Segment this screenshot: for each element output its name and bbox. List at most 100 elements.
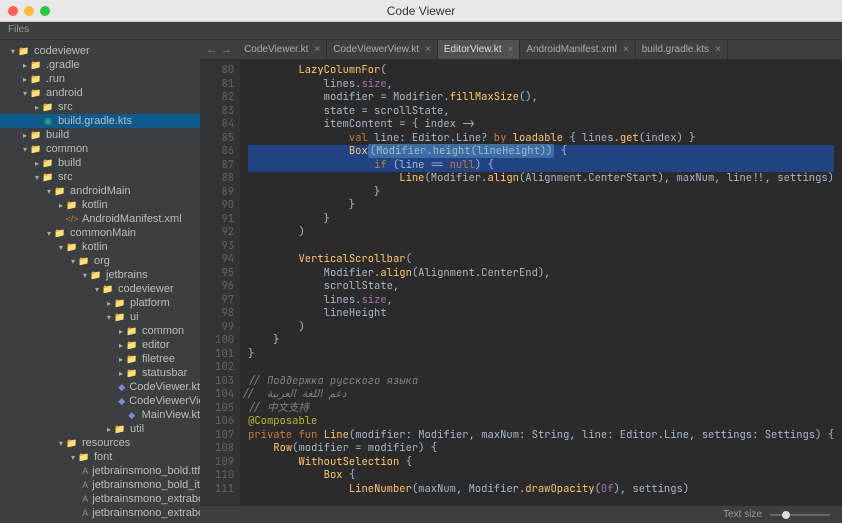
code-line[interactable]: // Поддержка русского языка bbox=[248, 375, 834, 389]
tree-item[interactable]: 📁android bbox=[0, 86, 200, 100]
tree-item[interactable]: 📁resources bbox=[0, 436, 200, 450]
editor-tab[interactable]: CodeViewer.kt× bbox=[238, 40, 327, 59]
code-line[interactable]: lines.size, bbox=[248, 78, 834, 92]
tree-item[interactable]: 📁filetree bbox=[0, 352, 200, 366]
expand-arrow-icon[interactable] bbox=[68, 453, 78, 462]
expand-arrow-icon[interactable] bbox=[20, 89, 30, 98]
expand-arrow-icon[interactable] bbox=[116, 327, 126, 336]
tree-item[interactable]: 📁jetbrains bbox=[0, 268, 200, 282]
expand-arrow-icon[interactable] bbox=[20, 61, 30, 70]
expand-arrow-icon[interactable] bbox=[104, 299, 114, 308]
tree-item[interactable]: 📁src bbox=[0, 100, 200, 114]
code-line[interactable]: LazyColumnFor( bbox=[248, 64, 834, 78]
code-line[interactable]: itemContent = { index -> bbox=[248, 118, 834, 132]
tree-item[interactable]: 📁build bbox=[0, 128, 200, 142]
expand-arrow-icon[interactable] bbox=[116, 341, 126, 350]
tree-item[interactable]: 📁platform bbox=[0, 296, 200, 310]
code-line[interactable]: // 中文支持 bbox=[248, 402, 834, 416]
close-icon[interactable]: × bbox=[623, 44, 629, 55]
code-line[interactable]: } bbox=[248, 199, 834, 213]
code-line[interactable]: } bbox=[248, 213, 834, 227]
close-icon[interactable]: × bbox=[507, 44, 513, 55]
tree-item[interactable]: 📁editor bbox=[0, 338, 200, 352]
tree-item[interactable]: ◆MainView.kt bbox=[0, 408, 200, 422]
code-line[interactable]: } bbox=[248, 334, 834, 348]
code-line[interactable]: if (line == null) { bbox=[248, 159, 834, 173]
tree-item[interactable]: 📁kotlin bbox=[0, 240, 200, 254]
tree-item[interactable]: </>AndroidManifest.xml bbox=[0, 212, 200, 226]
close-icon[interactable]: × bbox=[425, 44, 431, 55]
close-icon[interactable]: × bbox=[715, 44, 721, 55]
tree-item[interactable]: ▣build.gradle.kts bbox=[0, 114, 200, 128]
code-line[interactable]: LineNumber(maxNum, Modifier.drawOpacity(… bbox=[248, 483, 834, 497]
tree-item[interactable]: 📁src bbox=[0, 170, 200, 184]
code-line[interactable]: ) bbox=[248, 321, 834, 335]
tree-item[interactable]: 📁statusbar bbox=[0, 366, 200, 380]
code-line[interactable]: Line(Modifier.align(Alignment.CenterStar… bbox=[248, 172, 834, 186]
code-line[interactable] bbox=[248, 240, 834, 254]
tree-item[interactable]: 📁commonMain bbox=[0, 226, 200, 240]
tree-item[interactable]: 📁util bbox=[0, 422, 200, 436]
expand-arrow-icon[interactable] bbox=[20, 75, 30, 84]
tree-item[interactable]: 📁.gradle bbox=[0, 58, 200, 72]
code-line[interactable]: modifier = Modifier.fillMaxSize(), bbox=[248, 91, 834, 105]
tree-item[interactable]: 📁common bbox=[0, 142, 200, 156]
code-content[interactable]: LazyColumnFor( lines.size, modifier = Mo… bbox=[240, 60, 842, 505]
close-icon[interactable]: × bbox=[314, 44, 320, 55]
expand-arrow-icon[interactable] bbox=[92, 285, 102, 294]
expand-arrow-icon[interactable] bbox=[32, 159, 42, 168]
tree-item[interactable]: 📁ui bbox=[0, 310, 200, 324]
expand-arrow-icon[interactable] bbox=[68, 257, 78, 266]
forward-icon[interactable]: → bbox=[221, 44, 232, 56]
expand-arrow-icon[interactable] bbox=[20, 131, 30, 140]
expand-arrow-icon[interactable] bbox=[80, 271, 90, 280]
editor-tab[interactable]: CodeViewerView.kt× bbox=[327, 40, 438, 59]
close-window-icon[interactable] bbox=[8, 6, 18, 16]
code-line[interactable]: state = scrollState, bbox=[248, 105, 834, 119]
code-line[interactable]: } bbox=[248, 348, 834, 362]
tree-item[interactable]: 📁androidMain bbox=[0, 184, 200, 198]
tree-item[interactable]: 📁build bbox=[0, 156, 200, 170]
tree-item[interactable]: 📁font bbox=[0, 450, 200, 464]
code-line[interactable]: lineHeight bbox=[248, 307, 834, 321]
code-line[interactable]: Box { bbox=[248, 469, 834, 483]
tree-item[interactable]: ◆CodeViewerView.kt bbox=[0, 394, 200, 408]
code-line[interactable]: private fun Line(modifier: Modifier, max… bbox=[248, 429, 834, 443]
code-line[interactable]: // دعم اللغة العربية bbox=[248, 388, 834, 402]
tree-item[interactable]: Ajetbrainsmono_bold.ttf bbox=[0, 464, 200, 478]
code-area[interactable]: 8081828384858687888990919293949596979899… bbox=[200, 60, 842, 505]
code-line[interactable]: } bbox=[248, 186, 834, 200]
code-line[interactable] bbox=[248, 361, 834, 375]
code-line[interactable]: ) bbox=[248, 226, 834, 240]
code-line[interactable]: VerticalScrollbar( bbox=[248, 253, 834, 267]
expand-arrow-icon[interactable] bbox=[56, 439, 66, 448]
code-line[interactable]: Row(modifier = modifier) { bbox=[248, 442, 834, 456]
tree-item[interactable]: ◆CodeViewer.kt bbox=[0, 380, 200, 394]
expand-arrow-icon[interactable] bbox=[116, 355, 126, 364]
expand-arrow-icon[interactable] bbox=[104, 313, 114, 322]
file-tree[interactable]: 📁codeviewer📁.gradle📁.run📁android📁src ▣bu… bbox=[0, 40, 200, 523]
code-line[interactable]: lines.size, bbox=[248, 294, 834, 308]
expand-arrow-icon[interactable] bbox=[20, 145, 30, 154]
expand-arrow-icon[interactable] bbox=[56, 243, 66, 252]
code-line[interactable]: Box(Modifier.height(lineHeight)) { bbox=[248, 145, 834, 159]
expand-arrow-icon[interactable] bbox=[8, 47, 18, 56]
tree-item[interactable]: 📁kotlin bbox=[0, 198, 200, 212]
editor-tab[interactable]: EditorView.kt× bbox=[438, 40, 520, 59]
expand-arrow-icon[interactable] bbox=[56, 201, 66, 210]
code-line[interactable]: @Composable bbox=[248, 415, 834, 429]
maximize-window-icon[interactable] bbox=[40, 6, 50, 16]
tree-item[interactable]: 📁codeviewer bbox=[0, 44, 200, 58]
tree-item[interactable]: Ajetbrainsmono_bold_italic.ttf bbox=[0, 478, 200, 492]
text-size-slider[interactable] bbox=[770, 514, 830, 516]
editor-tab[interactable]: build.gradle.kts× bbox=[636, 40, 728, 59]
expand-arrow-icon[interactable] bbox=[116, 369, 126, 378]
expand-arrow-icon[interactable] bbox=[44, 187, 54, 196]
code-line[interactable]: Modifier.align(Alignment.CenterEnd), bbox=[248, 267, 834, 281]
back-icon[interactable]: ← bbox=[206, 44, 217, 56]
tree-item[interactable]: 📁.run bbox=[0, 72, 200, 86]
tree-item[interactable]: 📁common bbox=[0, 324, 200, 338]
expand-arrow-icon[interactable] bbox=[44, 229, 54, 238]
code-line[interactable]: scrollState, bbox=[248, 280, 834, 294]
code-line[interactable]: WithoutSelection { bbox=[248, 456, 834, 470]
